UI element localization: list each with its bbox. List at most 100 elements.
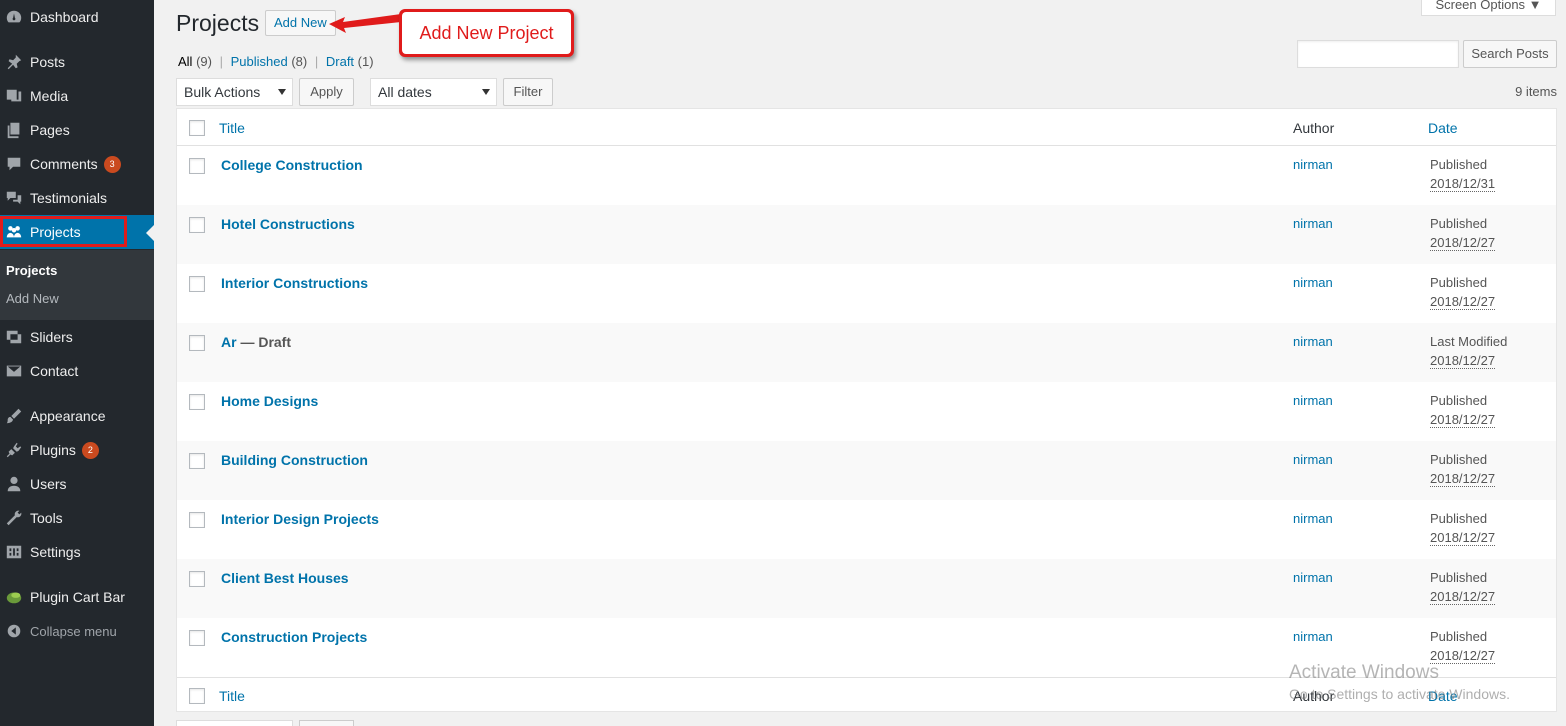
sidebar-item-posts[interactable]: Posts bbox=[0, 45, 154, 79]
annotation-text: Add New Project bbox=[402, 12, 571, 54]
row-checkbox[interactable] bbox=[189, 217, 205, 233]
sidebar-item-label: Testimonials bbox=[30, 190, 108, 206]
table-row: Interior Constructions nirman Published … bbox=[177, 264, 1556, 323]
filter-published-count: (8) bbox=[291, 54, 308, 69]
row-author-link[interactable]: nirman bbox=[1293, 511, 1333, 526]
sidebar-item-appearance[interactable]: Appearance bbox=[0, 399, 154, 433]
filter-button[interactable]: Filter bbox=[503, 78, 553, 106]
row-author-link[interactable]: nirman bbox=[1293, 629, 1333, 644]
row-post-state: — Draft bbox=[236, 334, 292, 350]
row-title-link[interactable]: Interior Constructions bbox=[221, 275, 368, 291]
collapse-menu-button[interactable]: Collapse menu bbox=[0, 614, 154, 648]
sidebar-item-sliders[interactable]: Sliders bbox=[0, 320, 154, 354]
chevron-down-icon bbox=[482, 89, 490, 95]
wrench-icon bbox=[4, 508, 24, 528]
row-title-text: Interior Design Projects bbox=[221, 511, 379, 527]
row-title-text: Building Construction bbox=[221, 452, 368, 468]
plugin-icon bbox=[4, 440, 24, 460]
items-count: 9 items bbox=[1515, 84, 1557, 99]
sidebar-item-contact[interactable]: Contact bbox=[0, 354, 154, 388]
apply-button[interactable]: Apply bbox=[299, 78, 354, 106]
sidebar-item-media[interactable]: Media bbox=[0, 79, 154, 113]
table-header: Title Author Date bbox=[177, 109, 1556, 146]
row-date: 2018/12/27 bbox=[1430, 294, 1496, 310]
submenu-item-add-new[interactable]: Add New bbox=[6, 291, 59, 306]
row-checkbox[interactable] bbox=[189, 571, 205, 587]
sidebar-item-label: Plugin Cart Bar bbox=[30, 589, 125, 605]
sidebar-item-pages[interactable]: Pages bbox=[0, 113, 154, 147]
bulk-actions-select-bottom[interactable] bbox=[176, 720, 293, 726]
select-all-checkbox-footer[interactable] bbox=[189, 688, 205, 704]
sidebar-item-plugins[interactable]: Plugins 2 bbox=[0, 433, 154, 467]
chevron-down-icon bbox=[278, 89, 286, 95]
row-title-link[interactable]: Ar — Draft bbox=[221, 334, 291, 350]
select-all-checkbox[interactable] bbox=[189, 120, 205, 136]
sidebar-item-label: Tools bbox=[30, 510, 63, 526]
sidebar-item-testimonials[interactable]: Testimonials bbox=[0, 181, 154, 215]
search-input[interactable] bbox=[1297, 40, 1459, 68]
admin-sidebar: Dashboard Posts Media Pages Comments 3 T… bbox=[0, 0, 154, 726]
row-date: 2018/12/27 bbox=[1430, 412, 1496, 428]
row-title-link[interactable]: Construction Projects bbox=[221, 629, 367, 645]
row-checkbox[interactable] bbox=[189, 158, 205, 174]
filter-separator: | bbox=[219, 54, 223, 69]
row-checkbox[interactable] bbox=[189, 512, 205, 528]
settings-icon bbox=[4, 542, 24, 562]
sidebar-item-label: Users bbox=[30, 476, 67, 492]
comment-icon bbox=[4, 154, 24, 174]
row-author-link[interactable]: nirman bbox=[1293, 570, 1333, 585]
row-checkbox[interactable] bbox=[189, 394, 205, 410]
row-checkbox[interactable] bbox=[189, 453, 205, 469]
sidebar-item-settings[interactable]: Settings bbox=[0, 535, 154, 569]
row-checkbox[interactable] bbox=[189, 630, 205, 646]
row-title-link[interactable]: Building Construction bbox=[221, 452, 368, 468]
pages-icon bbox=[4, 120, 24, 140]
sidebar-item-label: Media bbox=[30, 88, 69, 104]
row-title-text: Hotel Constructions bbox=[221, 216, 355, 232]
row-checkbox[interactable] bbox=[189, 276, 205, 292]
row-date: 2018/12/31 bbox=[1430, 176, 1496, 192]
apply-button-bottom[interactable] bbox=[299, 720, 354, 726]
row-title-link[interactable]: Hotel Constructions bbox=[221, 216, 355, 232]
sidebar-item-label: Plugins bbox=[30, 442, 76, 458]
comments-count-badge: 3 bbox=[103, 155, 121, 173]
bulk-actions-select[interactable]: Bulk Actions bbox=[176, 78, 293, 106]
row-title-link[interactable]: Interior Design Projects bbox=[221, 511, 379, 527]
row-status: Published bbox=[1430, 570, 1488, 585]
row-title-link[interactable]: Home Designs bbox=[221, 393, 318, 409]
submenu-item-projects[interactable]: Projects bbox=[6, 263, 57, 278]
filter-published[interactable]: Published bbox=[231, 54, 288, 69]
column-title-header[interactable]: Title bbox=[219, 120, 245, 136]
date-filter-value: All dates bbox=[378, 84, 432, 100]
row-author-link[interactable]: nirman bbox=[1293, 275, 1333, 290]
row-author-link[interactable]: nirman bbox=[1293, 157, 1333, 172]
sidebar-item-comments[interactable]: Comments 3 bbox=[0, 147, 154, 181]
search-posts-button[interactable]: Search Posts bbox=[1463, 40, 1557, 68]
screen-options-button[interactable]: Screen Options ▼ bbox=[1421, 0, 1556, 16]
row-title-text: Client Best Houses bbox=[221, 570, 349, 586]
row-author-link[interactable]: nirman bbox=[1293, 216, 1333, 231]
sidebar-item-tools[interactable]: Tools bbox=[0, 501, 154, 535]
filter-draft[interactable]: Draft bbox=[326, 54, 354, 69]
row-author-link[interactable]: nirman bbox=[1293, 452, 1333, 467]
date-filter-select[interactable]: All dates bbox=[370, 78, 497, 106]
sidebar-item-dashboard[interactable]: Dashboard bbox=[0, 0, 154, 34]
cart-bar-icon bbox=[4, 587, 24, 607]
filter-all[interactable]: All bbox=[178, 54, 192, 69]
row-title-link[interactable]: College Construction bbox=[221, 157, 363, 173]
column-title-footer[interactable]: Title bbox=[219, 688, 245, 704]
table-row: Ar — Draft nirman Last Modified 2018/12/… bbox=[177, 323, 1556, 382]
row-author-link[interactable]: nirman bbox=[1293, 334, 1333, 349]
sidebar-item-label: Comments bbox=[30, 156, 98, 172]
projects-highlight-box bbox=[0, 216, 127, 247]
sidebar-item-plugin-cart-bar[interactable]: Plugin Cart Bar bbox=[0, 580, 154, 614]
column-date-header[interactable]: Date bbox=[1428, 120, 1458, 136]
table-row: Home Designs nirman Published 2018/12/27 bbox=[177, 382, 1556, 441]
status-filters: All (9) | Published (8) | Draft (1) bbox=[178, 54, 374, 69]
media-icon bbox=[4, 86, 24, 106]
row-author-link[interactable]: nirman bbox=[1293, 393, 1333, 408]
row-title-link[interactable]: Client Best Houses bbox=[221, 570, 349, 586]
annotation-arrow bbox=[329, 14, 401, 33]
row-checkbox[interactable] bbox=[189, 335, 205, 351]
sidebar-item-users[interactable]: Users bbox=[0, 467, 154, 501]
